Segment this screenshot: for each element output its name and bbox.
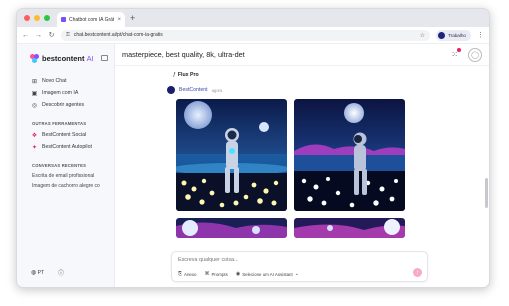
tab-title: Chatbot com IA Grátis | Ultra <box>69 16 114 23</box>
app-area: bestcontent AI ⊞ Novo Chat ▣ Imagem com … <box>17 44 489 287</box>
brand-suffix: AI <box>86 53 94 63</box>
kebab-icon[interactable]: ⋮ <box>477 31 484 39</box>
maximize-window-button[interactable] <box>44 15 50 21</box>
page-title: masterpiece, best quality, 8k, ultra-det <box>122 50 245 59</box>
paperclip-icon: ⎘ <box>178 271 183 277</box>
assistant-icon: ◉ <box>235 271 241 277</box>
lock-icon: ⚿ <box>66 32 70 38</box>
address-bar: ← → ↻ ⚿ chat.bestcontent.ai/pt/chat-com-… <box>17 27 489 44</box>
sidebar-item-new-chat[interactable]: ⊞ Novo Chat <box>17 75 114 87</box>
language-label: PT <box>37 270 45 276</box>
arrow-right-icon[interactable]: → <box>35 32 42 39</box>
message-input[interactable] <box>178 257 378 263</box>
new-tab-button[interactable]: + <box>130 13 135 23</box>
help-icon[interactable]: ⓘ <box>58 268 64 277</box>
sidebar-collapse-icon[interactable] <box>101 55 108 61</box>
brand-name: bestcontent AI <box>42 54 94 63</box>
model-icon: ƒ <box>173 72 176 78</box>
generated-image[interactable] <box>176 99 287 211</box>
image-icon: ▣ <box>31 90 38 97</box>
main-panel: masterpiece, best quality, 8k, ultra-det… <box>115 44 489 287</box>
browser-tab[interactable]: Chatbot com IA Grátis | Ultra × <box>57 12 125 27</box>
autopilot-icon: ✦ <box>31 144 38 151</box>
brand[interactable]: bestcontent AI <box>17 52 114 64</box>
composer-tools: ⎘ Anexo ⌘ Prompts ◉ Selecione um AI Assi… <box>178 271 299 277</box>
sidebar-item-image-ai[interactable]: ▣ Imagem com IA <box>17 87 114 99</box>
sidebar-item-discover-agents[interactable]: ◎ Descobrir agentes <box>17 99 114 111</box>
close-window-button[interactable] <box>24 15 30 21</box>
recent-conversation[interactable]: Escrita de email profissional <box>17 171 114 181</box>
favicon-icon <box>61 17 66 22</box>
sidebar: bestcontent AI ⊞ Novo Chat ▣ Imagem com … <box>17 44 115 287</box>
model-name: Flux Pro <box>177 72 199 78</box>
apps-grid-icon[interactable]: ⁙ <box>451 48 461 59</box>
recent-conversation[interactable]: Imagem de cachorro alegre co <box>17 181 114 191</box>
sidebar-item-label: Imagem com IA <box>42 90 79 96</box>
star-icon[interactable]: ☆ <box>420 32 425 39</box>
generated-image[interactable] <box>294 218 405 238</box>
bot-avatar <box>167 86 175 94</box>
arrow-left-icon[interactable]: ← <box>22 32 29 39</box>
language-switcher[interactable]: ◍ PT <box>31 269 44 276</box>
sidebar-item-label: Novo Chat <box>42 78 67 84</box>
main-header: masterpiece, best quality, 8k, ultra-det… <box>115 44 489 66</box>
brand-name-text: bestcontent <box>42 53 85 63</box>
scrollbar-thumb[interactable] <box>485 178 488 208</box>
sidebar-item-autopilot[interactable]: ✦ BestContent Autopilot <box>17 141 114 153</box>
compass-icon: ◎ <box>31 102 38 109</box>
assistant-select[interactable]: ◉ Selecione um AI Assistant ⌄ <box>236 271 299 277</box>
chat-scrollbar[interactable] <box>485 68 488 258</box>
message-composer: ⎘ Anexo ⌘ Prompts ◉ Selecione um AI Assi… <box>171 251 428 282</box>
attach-button[interactable]: ⎘ Anexo <box>178 271 196 277</box>
assistant-label: Selecione um AI Assistant <box>242 271 293 277</box>
tab-bar: Chatbot com IA Grátis | Ultra × + <box>17 9 489 27</box>
generated-image[interactable] <box>176 218 287 238</box>
brand-logo-icon <box>30 53 39 63</box>
social-icon: ❖ <box>31 132 38 139</box>
prompts-button[interactable]: ⌘ Prompts <box>204 271 227 277</box>
globe-icon: ◍ <box>31 270 37 276</box>
browser-window: Chatbot com IA Grátis | Ultra × + ← → ↻ … <box>16 8 490 288</box>
reload-icon[interactable]: ↻ <box>48 31 55 39</box>
profile-label: Trabalho <box>448 32 466 38</box>
message-time: agora <box>211 87 223 93</box>
user-avatar[interactable]: ◯ <box>468 47 482 62</box>
model-tag: ƒ Flux Pro <box>173 72 489 78</box>
profile-button[interactable]: Trabalho <box>436 29 471 41</box>
attach-label: Anexo <box>184 271 197 277</box>
url-field[interactable]: ⚿ chat.bestcontent.ai/pt/chat-com-ia-gra… <box>61 29 431 41</box>
minimize-window-button[interactable] <box>34 15 40 21</box>
sidebar-item-social[interactable]: ❖ BestContent Social <box>17 129 114 141</box>
sidebar-item-label: BestContent Social <box>42 132 87 138</box>
profile-avatar <box>438 31 446 39</box>
window-controls <box>24 15 50 21</box>
generated-image[interactable] <box>294 99 405 211</box>
bot-name: BestContent <box>179 87 208 93</box>
notification-badge <box>457 48 461 52</box>
chevron-down-icon: ⌄ <box>294 271 299 277</box>
prompts-icon: ⌘ <box>204 271 210 277</box>
tab-close-icon[interactable]: × <box>117 17 121 23</box>
recent-section-label: CONVERSAS RECENTES <box>32 163 87 168</box>
url-text: chat.bestcontent.ai/pt/chat-com-ia-grati… <box>73 32 163 38</box>
send-button[interactable]: ↑ <box>413 268 422 277</box>
plus-square-icon: ⊞ <box>31 78 38 85</box>
bot-message-header: BestContent agora <box>167 86 489 94</box>
tools-section-label: OUTRAS FERRAMENTAS <box>32 121 87 126</box>
sidebar-item-label: Descobrir agentes <box>42 102 85 108</box>
sidebar-footer: ◍ PT ⓘ <box>31 268 64 277</box>
prompts-label: Prompts <box>211 271 228 277</box>
chat-thread: ƒ Flux Pro BestContent agora <box>115 66 489 238</box>
sidebar-item-label: BestContent Autopilot <box>42 144 92 150</box>
generated-images <box>176 99 489 238</box>
